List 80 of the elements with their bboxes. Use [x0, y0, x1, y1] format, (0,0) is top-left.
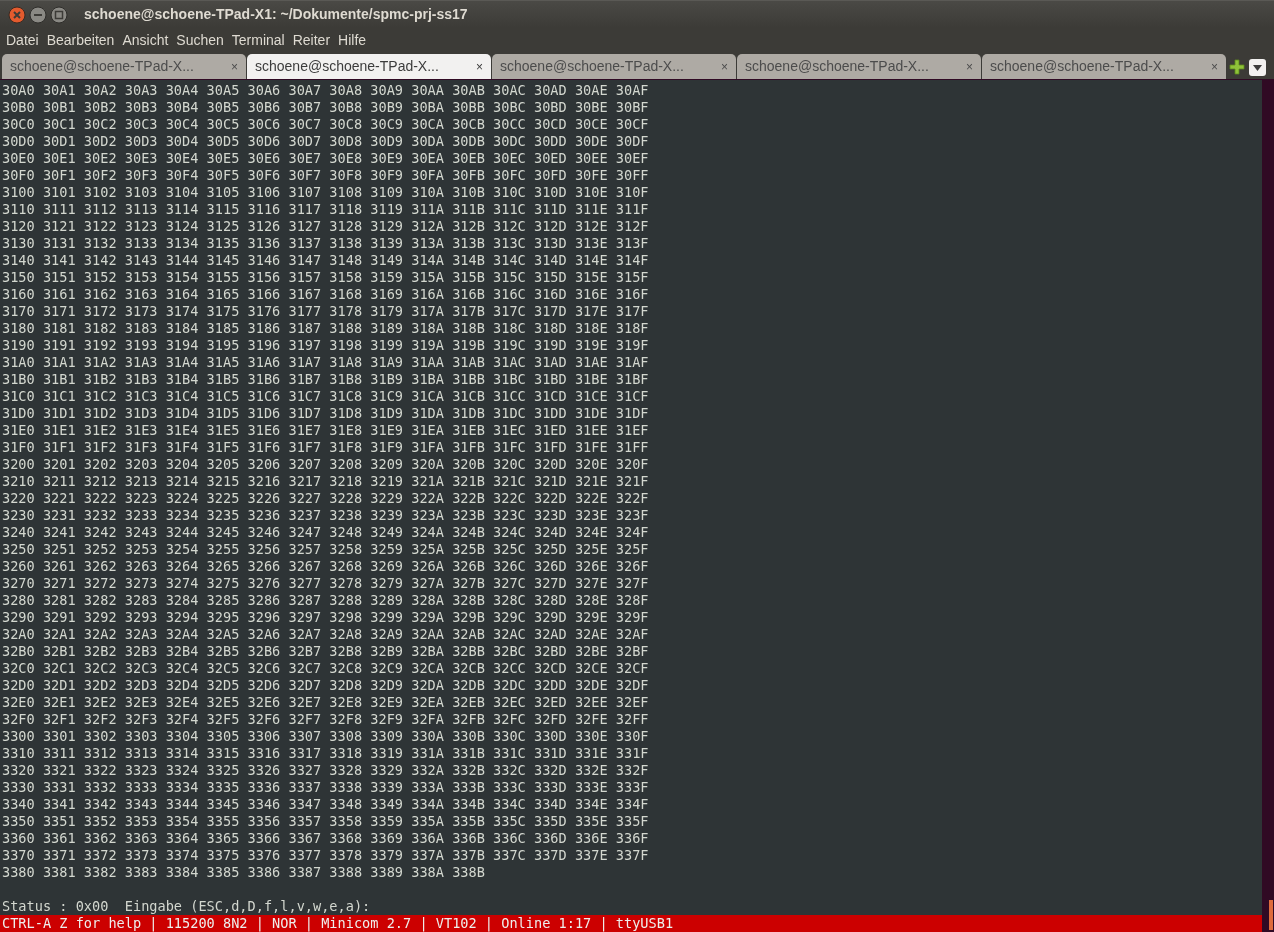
- terminal-line: 3170 3171 3172 3173 3174 3175 3176 3177 3178 3179 317A 317B 317C 317D 317E 317F: [1, 303, 650, 320]
- tab[interactable]: schoene@schoene-TPad-X... ×: [982, 54, 1226, 79]
- terminal-line: 3160 3161 3162 3163 3164 3165 3166 3167 3168 3169 316A 316B 316C 316D 316E 316F: [1, 286, 650, 303]
- terminal-line: 31F0 31F1 31F2 31F3 31F4 31F5 31F6 31F7 31F8 31F9 31FA 31FB 31FC 31FD 31FE 31FF: [1, 439, 650, 456]
- terminal-line: 3310 3311 3312 3313 3314 3315 3316 3317 3318 3319 331A 331B 331C 331D 331E 331F: [1, 745, 650, 762]
- plus-icon[interactable]: [1229, 59, 1245, 75]
- maximize-icon[interactable]: [50, 5, 68, 24]
- terminal-line: 31D0 31D1 31D2 31D3 31D4 31D5 31D6 31D7 31D8 31D9 31DA 31DB 31DC 31DD 31DE 31DF: [1, 405, 650, 422]
- terminal-line: 3100 3101 3102 3103 3104 3105 3106 3107 3108 3109 310A 310B 310C 310D 310E 310F: [1, 184, 650, 201]
- terminal-line: 31E0 31E1 31E2 31E3 31E4 31E5 31E6 31E7 31E8 31E9 31EA 31EB 31EC 31ED 31EE 31EF: [1, 422, 650, 439]
- terminal-line: 3230 3231 3232 3233 3234 3235 3236 3237 3238 3239 323A 323B 323C 323D 323E 323F: [1, 507, 650, 524]
- tab-label: schoene@schoene-TPad-X...: [990, 57, 1174, 76]
- caret-icon: [1253, 64, 1262, 71]
- terminal-line: 3290 3291 3292 3293 3294 3295 3296 3297 3298 3299 329A 329B 329C 329D 329E 329F: [1, 609, 650, 626]
- terminal-line: 3210 3211 3212 3213 3214 3215 3216 3217 3218 3219 321A 321B 321C 321D 321E 321F: [1, 473, 650, 490]
- terminal-line: 32F0 32F1 32F2 32F3 32F4 32F5 32F6 32F7 32F8 32F9 32FA 32FB 32FC 32FD 32FE 32FF: [1, 711, 650, 728]
- terminal-line: 30C0 30C1 30C2 30C3 30C4 30C5 30C6 30C7 30C8 30C9 30CA 30CB 30CC 30CD 30CE 30CF: [1, 116, 650, 133]
- menu-item[interactable]: Bearbeiten: [42, 29, 119, 51]
- scrollbar[interactable]: [1262, 80, 1274, 932]
- terminal-line: 31B0 31B1 31B2 31B3 31B4 31B5 31B6 31B7 31B8 31B9 31BA 31BB 31BC 31BD 31BE 31BF: [1, 371, 650, 388]
- terminal-line: 3140 3141 3142 3143 3144 3145 3146 3147 3148 3149 314A 314B 314C 314D 314E 314F: [1, 252, 650, 269]
- terminal-line: 3180 3181 3182 3183 3184 3185 3186 3187 3188 3189 318A 318B 318C 318D 318E 318F: [1, 320, 650, 337]
- terminal-line: 3110 3111 3112 3113 3114 3115 3116 3117 3118 3119 311A 311B 311C 311D 311E 311F: [1, 201, 650, 218]
- terminal-line: 3190 3191 3192 3193 3194 3195 3196 3197 3198 3199 319A 319B 319C 319D 319E 319F: [1, 337, 650, 354]
- terminal-line: 3130 3131 3132 3133 3134 3135 3136 3137 3138 3139 313A 313B 313C 313D 313E 313F: [1, 235, 650, 252]
- tab-label: schoene@schoene-TPad-X...: [745, 57, 929, 76]
- terminal-line: 3200 3201 3202 3203 3204 3205 3206 3207 3208 3209 320A 320B 320C 320D 320E 320F: [1, 456, 650, 473]
- terminal-line: 3120 3121 3122 3123 3124 3125 3126 3127 3128 3129 312A 312B 312C 312D 312E 312F: [1, 218, 650, 235]
- tab-close-button[interactable]: ×: [476, 57, 483, 76]
- close-icon[interactable]: [8, 5, 26, 24]
- menu-item[interactable]: Terminal: [227, 29, 289, 51]
- terminal-line: 3270 3271 3272 3273 3274 3275 3276 3277 3278 3279 327A 327B 327C 327D 327E 327F: [1, 575, 650, 592]
- terminal-line: 32B0 32B1 32B2 32B3 32B4 32B5 32B6 32B7 32B8 32B9 32BA 32BB 32BC 32BD 32BE 32BF: [1, 643, 650, 660]
- terminal-line: 3350 3351 3352 3353 3354 3355 3356 3357 3358 3359 335A 335B 335C 335D 335E 335F: [1, 813, 650, 830]
- terminal-line: 3380 3381 3382 3383 3384 3385 3386 3387 3388 3389 338A 338B: [1, 864, 486, 881]
- terminal-line: 3150 3151 3152 3153 3154 3155 3156 3157 3158 3159 315A 315B 315C 315D 315E 315F: [1, 269, 650, 286]
- tab-label: schoene@schoene-TPad-X...: [500, 57, 684, 76]
- tab-close-button[interactable]: ×: [1211, 57, 1218, 76]
- terminal-line: 3340 3341 3342 3343 3344 3345 3346 3347 3348 3349 334A 334B 334C 334D 334E 334F: [1, 796, 650, 813]
- tab-label: schoene@schoene-TPad-X...: [255, 57, 439, 76]
- terminal-line: 30B0 30B1 30B2 30B3 30B4 30B5 30B6 30B7 30B8 30B9 30BA 30BB 30BC 30BD 30BE 30BF: [1, 99, 650, 116]
- terminal-line: 3260 3261 3262 3263 3264 3265 3266 3267 3268 3269 326A 326B 326C 326D 326E 326F: [1, 558, 650, 575]
- window-title: schoene@schoene-TPad-X1: ~/Dokumente/spmc-prj-ss17: [84, 5, 468, 24]
- terminal-line: 3370 3371 3372 3373 3374 3375 3376 3377 3378 3379 337A 337B 337C 337D 337E 337F: [1, 847, 650, 864]
- menu-item[interactable]: Reiter: [288, 29, 335, 51]
- terminal-line: 30E0 30E1 30E2 30E3 30E4 30E5 30E6 30E7 30E8 30E9 30EA 30EB 30EC 30ED 30EE 30EF: [1, 150, 650, 167]
- terminal-line: 32E0 32E1 32E2 32E3 32E4 32E5 32E6 32E7 32E8 32E9 32EA 32EB 32EC 32ED 32EE 32EF: [1, 694, 650, 711]
- terminal-line: 3330 3331 3332 3333 3334 3335 3336 3337 3338 3339 333A 333B 333C 333D 333E 333F: [1, 779, 650, 796]
- terminal-line: 31C0 31C1 31C2 31C3 31C4 31C5 31C6 31C7 31C8 31C9 31CA 31CB 31CC 31CD 31CE 31CF: [1, 388, 650, 405]
- tab[interactable]: schoene@schoene-TPad-X... ×: [2, 54, 246, 79]
- menu-item[interactable]: Hilfe: [334, 29, 371, 51]
- terminal-line: 3220 3221 3222 3223 3224 3225 3226 3227 3228 3229 322A 322B 322C 322D 322E 322F: [1, 490, 650, 507]
- terminal-line: 31A0 31A1 31A2 31A3 31A4 31A5 31A6 31A7 31A8 31A9 31AA 31AB 31AC 31AD 31AE 31AF: [1, 354, 650, 371]
- terminal-line: 30F0 30F1 30F2 30F3 30F4 30F5 30F6 30F7 30F8 30F9 30FA 30FB 30FC 30FD 30FE 30FF: [1, 167, 650, 184]
- terminal-line: 32D0 32D1 32D2 32D3 32D4 32D5 32D6 32D7 32D8 32D9 32DA 32DB 32DC 32DD 32DE 32DF: [1, 677, 650, 694]
- terminal-line: 3360 3361 3362 3363 3364 3365 3366 3367 3368 3369 336A 336B 336C 336D 336E 336F: [1, 830, 650, 847]
- scrollbar-thumb[interactable]: [1269, 900, 1273, 930]
- terminal-line: 3240 3241 3242 3243 3244 3245 3246 3247 3248 3249 324A 324B 324C 324D 324E 324F: [1, 524, 650, 541]
- tab-close-button[interactable]: ×: [721, 57, 728, 76]
- terminal-line: 3280 3281 3282 3283 3284 3285 3286 3287 3288 3289 328A 328B 328C 328D 328E 328F: [1, 592, 650, 609]
- terminal-line: 32C0 32C1 32C2 32C3 32C4 32C5 32C6 32C7 32C8 32C9 32CA 32CB 32CC 32CD 32CE 32CF: [1, 660, 650, 677]
- tab[interactable]: schoene@schoene-TPad-X... ×: [247, 54, 491, 79]
- tabs-menu-button[interactable]: [1249, 59, 1266, 76]
- terminal-line: 3300 3301 3302 3303 3304 3305 3306 3307 3308 3309 330A 330B 330C 330D 330E 330F: [1, 728, 650, 745]
- terminal-line: 30D0 30D1 30D2 30D3 30D4 30D5 30D6 30D7 30D8 30D9 30DA 30DB 30DC 30DD 30DE 30DF: [1, 133, 650, 150]
- menu-item[interactable]: Ansicht: [118, 29, 173, 51]
- menu-item[interactable]: Suchen: [172, 29, 228, 51]
- terminal-line: 32A0 32A1 32A2 32A3 32A4 32A5 32A6 32A7 32A8 32A9 32AA 32AB 32AC 32AD 32AE 32AF: [1, 626, 650, 643]
- menu-item[interactable]: Datei: [2, 29, 43, 51]
- tab-close-button[interactable]: ×: [231, 57, 238, 76]
- tab[interactable]: schoene@schoene-TPad-X... ×: [492, 54, 736, 79]
- minimize-icon[interactable]: [29, 5, 47, 24]
- tab[interactable]: schoene@schoene-TPad-X... ×: [737, 54, 981, 79]
- tab-label: schoene@schoene-TPad-X...: [10, 57, 194, 76]
- terminal-line: 30A0 30A1 30A2 30A3 30A4 30A5 30A6 30A7 30A8 30A9 30AA 30AB 30AC 30AD 30AE 30AF: [1, 82, 650, 99]
- terminal-prompt: Status : 0x00 Eingabe (ESC,d,D,f,l,v,w,e,a):: [1, 898, 372, 915]
- tab-close-button[interactable]: ×: [966, 57, 973, 76]
- status-bar: CTRL-A Z for help | 115200 8N2 | NOR | Minicom 2.7 | VT102 | Online 1:17 | ttyUSB1: [0, 915, 1262, 932]
- terminal-line: 3250 3251 3252 3253 3254 3255 3256 3257 3258 3259 325A 325B 325C 325D 325E 325F: [1, 541, 650, 558]
- terminal-line: 3320 3321 3322 3323 3324 3325 3326 3327 3328 3329 332A 332B 332C 332D 332E 332F: [1, 762, 650, 779]
